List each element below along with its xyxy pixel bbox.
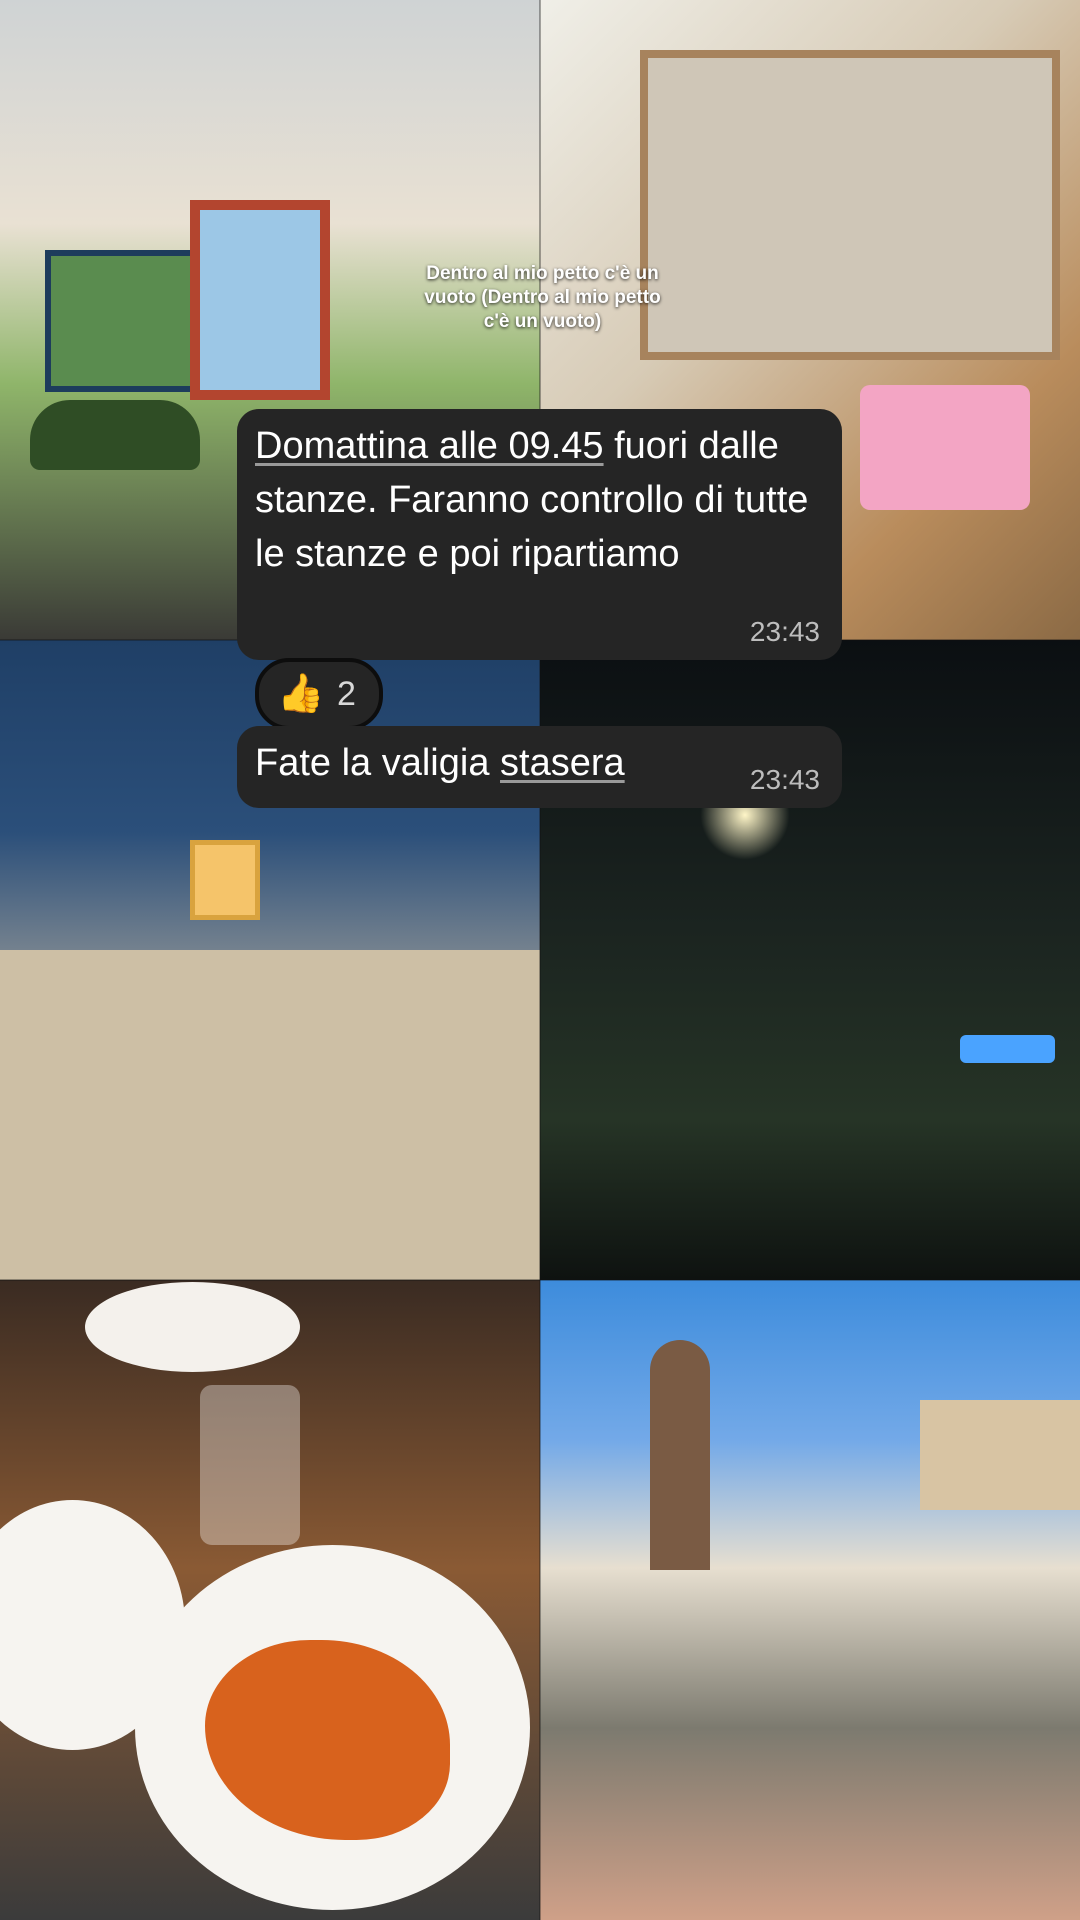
collage-divider	[0, 1279, 1080, 1281]
building	[920, 1400, 1080, 1510]
bed	[0, 950, 540, 1280]
window	[190, 840, 260, 920]
lobby-plant	[30, 400, 200, 470]
plate	[85, 1282, 300, 1372]
phone-screen	[960, 1035, 1055, 1063]
arch	[650, 1340, 710, 1570]
message-timestamp: 23:43	[749, 616, 820, 647]
photo-outdoor-group	[540, 1280, 1080, 1920]
lobby-door	[190, 200, 330, 400]
pink-bag	[860, 385, 1030, 510]
chat-message-bubble[interactable]: Domattina alle 09.45 fuori dalle stanze.…	[237, 409, 842, 660]
reaction-badge[interactable]: 👍 2	[255, 658, 383, 730]
reaction-count: 2	[337, 675, 356, 713]
message-link-text[interactable]: Domattina alle 09.45	[255, 425, 604, 467]
glass	[200, 1385, 300, 1545]
lobby-sign	[45, 250, 197, 392]
message-timestamp: 23:43	[749, 764, 820, 795]
room-mirror	[640, 50, 1060, 360]
story-caption: Dentro al mio petto c'è un vuoto (Dentro…	[424, 263, 661, 332]
chat-message-text: Fate la valigia stasera	[255, 736, 625, 790]
chat-message-text: Domattina alle 09.45 fuori dalle stanze.…	[255, 419, 825, 581]
chat-message-bubble[interactable]: Fate la valigia stasera 23:43	[237, 726, 842, 808]
message-text: Fate la valigia	[255, 742, 501, 784]
message-link-text[interactable]: stasera	[500, 742, 625, 784]
thumbs-up-icon: 👍	[277, 673, 325, 715]
